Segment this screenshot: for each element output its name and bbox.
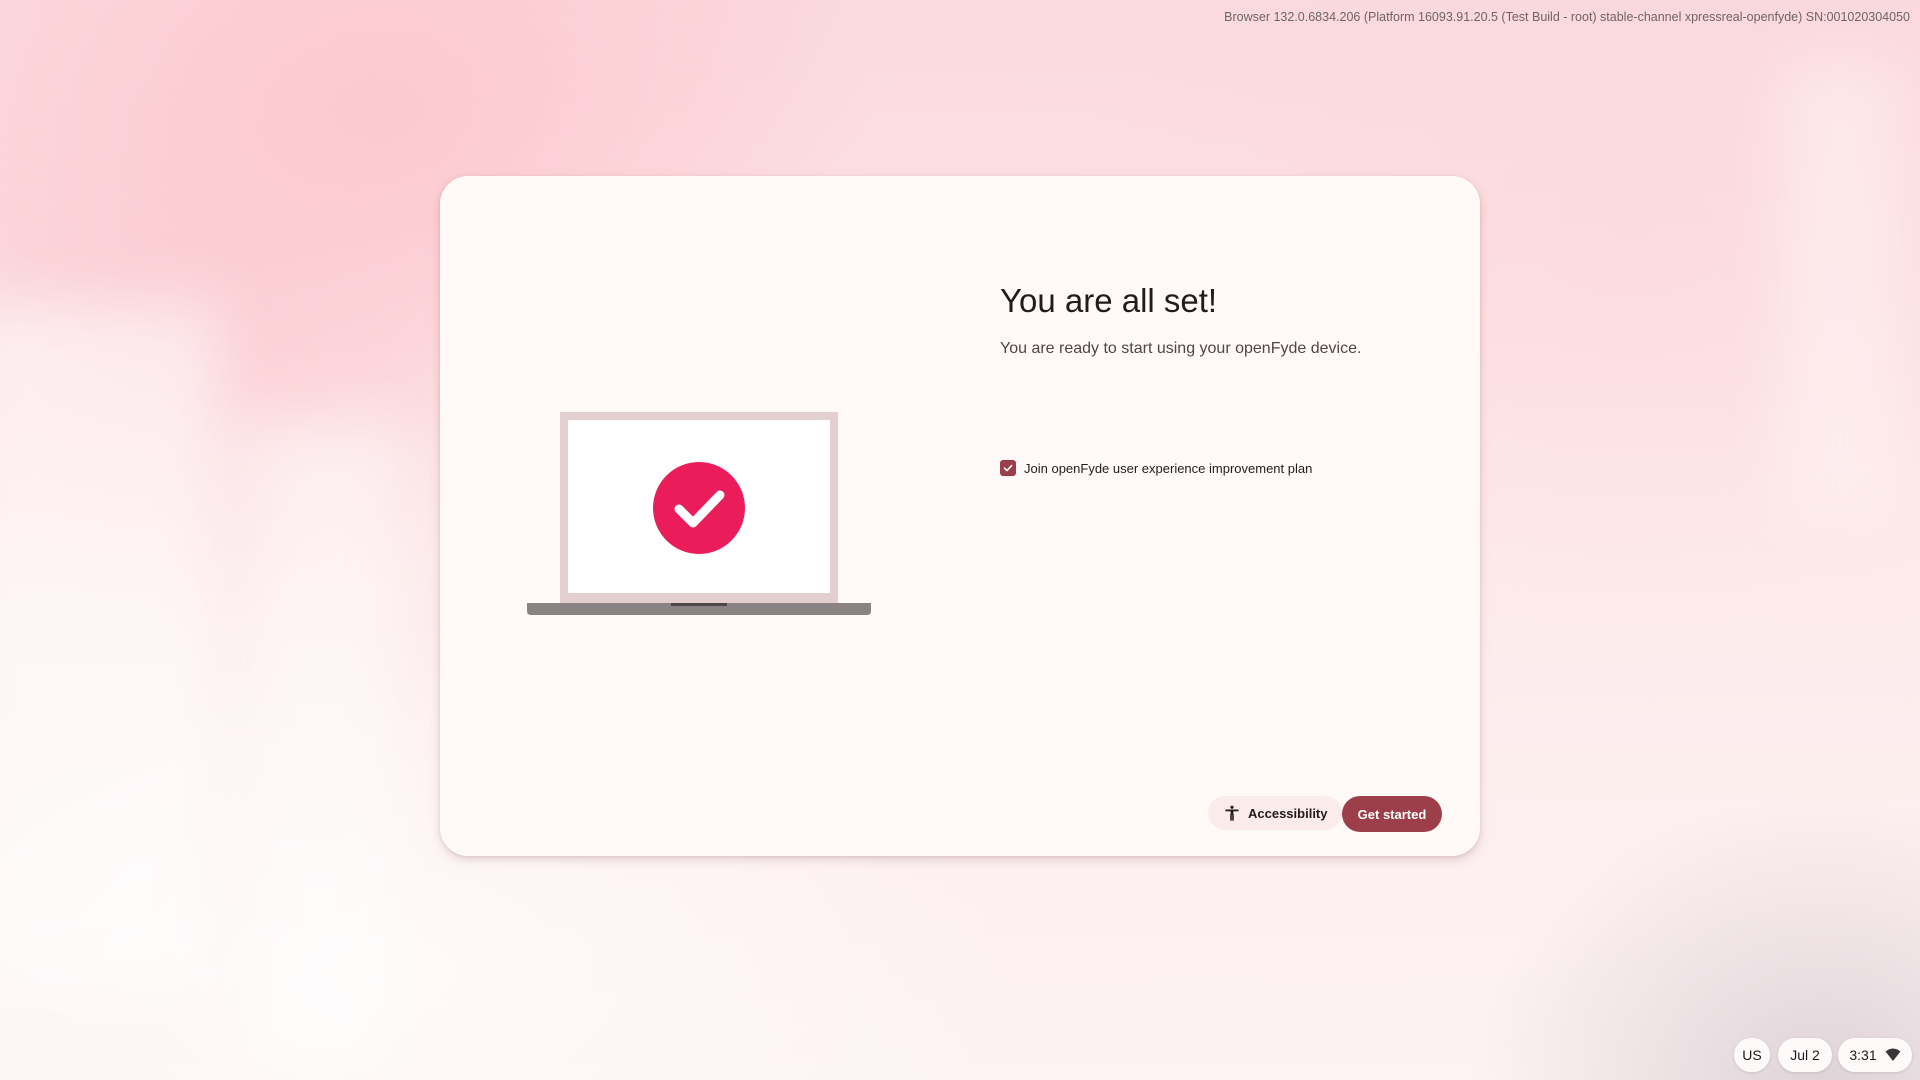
accessibility-button[interactable]: Accessibility <box>1208 796 1342 830</box>
clock-time: 3:31 <box>1849 1047 1877 1063</box>
checkmark-icon <box>1003 464 1013 472</box>
setup-complete-dialog: You are all set! You are ready to start … <box>440 176 1480 856</box>
accessibility-icon <box>1225 805 1239 821</box>
build-info-text: Browser 132.0.6834.206 (Platform 16093.9… <box>1224 10 1910 24</box>
page-subtitle: You are ready to start using your openFy… <box>1000 340 1362 357</box>
laptop-with-checkmark-icon <box>527 412 871 615</box>
status-tray[interactable]: 3:31 <box>1838 1038 1912 1072</box>
improvement-plan-label: Join openFyde user experience improvemen… <box>1024 460 1313 476</box>
get-started-button[interactable]: Get started <box>1342 796 1442 832</box>
accessibility-button-label: Accessibility <box>1248 805 1328 821</box>
keyboard-layout-indicator[interactable]: US <box>1734 1038 1770 1072</box>
improvement-plan-checkbox-row[interactable]: Join openFyde user experience improvemen… <box>1000 460 1312 476</box>
date-indicator[interactable]: Jul 2 <box>1778 1038 1832 1072</box>
improvement-plan-checkbox[interactable] <box>1000 460 1016 476</box>
wifi-icon <box>1885 1048 1901 1061</box>
page-title: You are all set! <box>1000 282 1218 319</box>
